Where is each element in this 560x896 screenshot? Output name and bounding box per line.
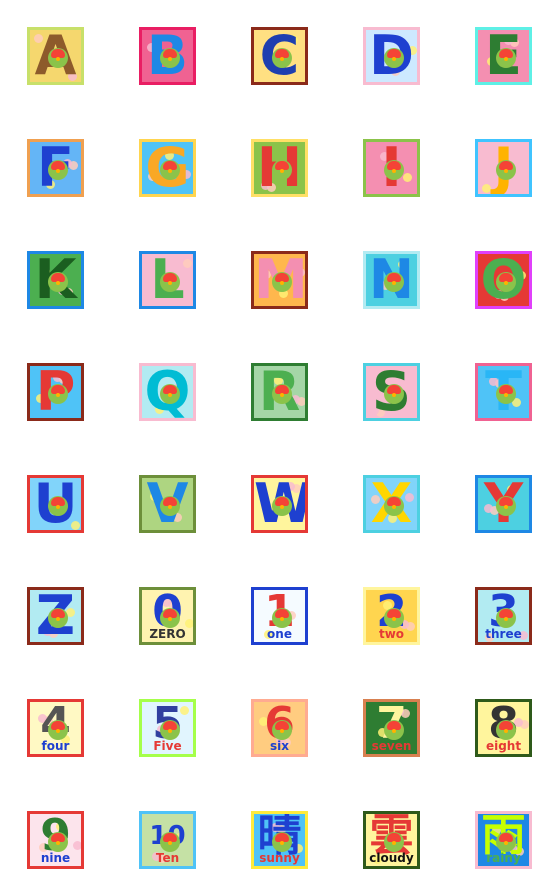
emoji-tile[interactable]: Y [475,475,532,533]
lovebird-icon [48,48,68,68]
emoji-tile[interactable]: 6six [251,699,308,757]
lovebird-icon [160,720,180,740]
emoji-tile[interactable]: Q [139,363,196,421]
tile-word: eight [485,739,522,753]
lovebird-icon [48,720,68,740]
emoji-tile[interactable]: W [251,475,308,533]
emoji-tile[interactable]: 雨rainy [475,811,532,869]
tile-word: cloudy [369,851,414,865]
emoji-tile[interactable]: 雲cloudy [363,811,420,869]
lovebird-icon [384,272,404,292]
lovebird-icon [272,48,292,68]
lovebird-icon [272,720,292,740]
tile-word: two [378,627,405,641]
lovebird-icon [272,496,292,516]
emoji-tile[interactable]: J [475,139,532,197]
emoji-tile[interactable]: 2two [363,587,420,645]
emoji-tile[interactable]: 5Five [139,699,196,757]
emoji-tile[interactable]: Z [27,587,84,645]
lovebird-icon [496,832,516,852]
lovebird-icon [48,160,68,180]
lovebird-icon [496,608,516,628]
emoji-tile[interactable]: 0ZERO [139,587,196,645]
lovebird-icon [160,384,180,404]
tile-word: four [41,739,70,753]
emoji-tile[interactable]: 10Ten [139,811,196,869]
lovebird-icon [48,272,68,292]
lovebird-icon [160,48,180,68]
emoji-tile[interactable]: 4four [27,699,84,757]
lovebird-icon [272,832,292,852]
emoji-tile[interactable]: 7seven [363,699,420,757]
lovebird-icon [160,496,180,516]
emoji-tile[interactable]: I [363,139,420,197]
lovebird-icon [160,608,180,628]
tile-word: Five [153,739,182,753]
emoji-tile[interactable]: B [139,27,196,85]
tile-word: sunny [259,851,300,865]
emoji-tile[interactable]: R [251,363,308,421]
emoji-tile[interactable]: 3three [475,587,532,645]
lovebird-icon [496,160,516,180]
lovebird-icon [384,832,404,852]
emoji-tile[interactable]: V [139,475,196,533]
emoji-tile[interactable]: T [475,363,532,421]
lovebird-icon [496,384,516,404]
tile-word: nine [40,851,71,865]
tile-word: six [270,739,289,753]
emoji-tile[interactable]: O [475,251,532,309]
emoji-tile[interactable]: C [251,27,308,85]
tile-word: ZERO [149,627,186,641]
emoji-tile[interactable]: N [363,251,420,309]
emoji-tile[interactable]: 晴sunny [251,811,308,869]
lovebird-icon [272,608,292,628]
emoji-tile[interactable]: K [27,251,84,309]
tile-word: three [485,627,522,641]
lovebird-icon [48,832,68,852]
lovebird-icon [496,496,516,516]
emoji-tile[interactable]: L [139,251,196,309]
lovebird-icon [48,608,68,628]
tile-word: one [267,627,292,641]
tile-word: Ten [155,851,180,865]
emoji-tile[interactable]: E [475,27,532,85]
emoji-tile[interactable]: A [27,27,84,85]
emoji-tile[interactable]: S [363,363,420,421]
emoji-tile[interactable]: G [139,139,196,197]
emoji-tile[interactable]: U [27,475,84,533]
emoji-tile[interactable]: 8eight [475,699,532,757]
lovebird-icon [496,720,516,740]
emoji-tile[interactable]: X [363,475,420,533]
lovebird-icon [272,272,292,292]
lovebird-icon [384,496,404,516]
emoji-tile[interactable]: F [27,139,84,197]
lovebird-icon [496,48,516,68]
lovebird-icon [384,48,404,68]
tile-word: rainy [486,851,521,865]
lovebird-icon [272,160,292,180]
emoji-tile[interactable]: 9nine [27,811,84,869]
lovebird-icon [384,160,404,180]
lovebird-icon [384,720,404,740]
lovebird-icon [496,272,516,292]
lovebird-icon [48,384,68,404]
emoji-tile[interactable]: M [251,251,308,309]
lovebird-icon [160,272,180,292]
lovebird-icon [160,160,180,180]
lovebird-icon [384,608,404,628]
tile-word: seven [371,739,412,753]
emoji-tile[interactable]: P [27,363,84,421]
emoji-tile[interactable]: H [251,139,308,197]
lovebird-icon [160,832,180,852]
lovebird-icon [272,384,292,404]
lovebird-icon [384,384,404,404]
emoji-tile[interactable]: 1one [251,587,308,645]
lovebird-icon [48,496,68,516]
emoji-tile[interactable]: D [363,27,420,85]
emoji-grid: ABCDE FGHIJ KLMNO PQRST UVWXY Z 0ZERO 1one 2two 3… [27,27,532,869]
